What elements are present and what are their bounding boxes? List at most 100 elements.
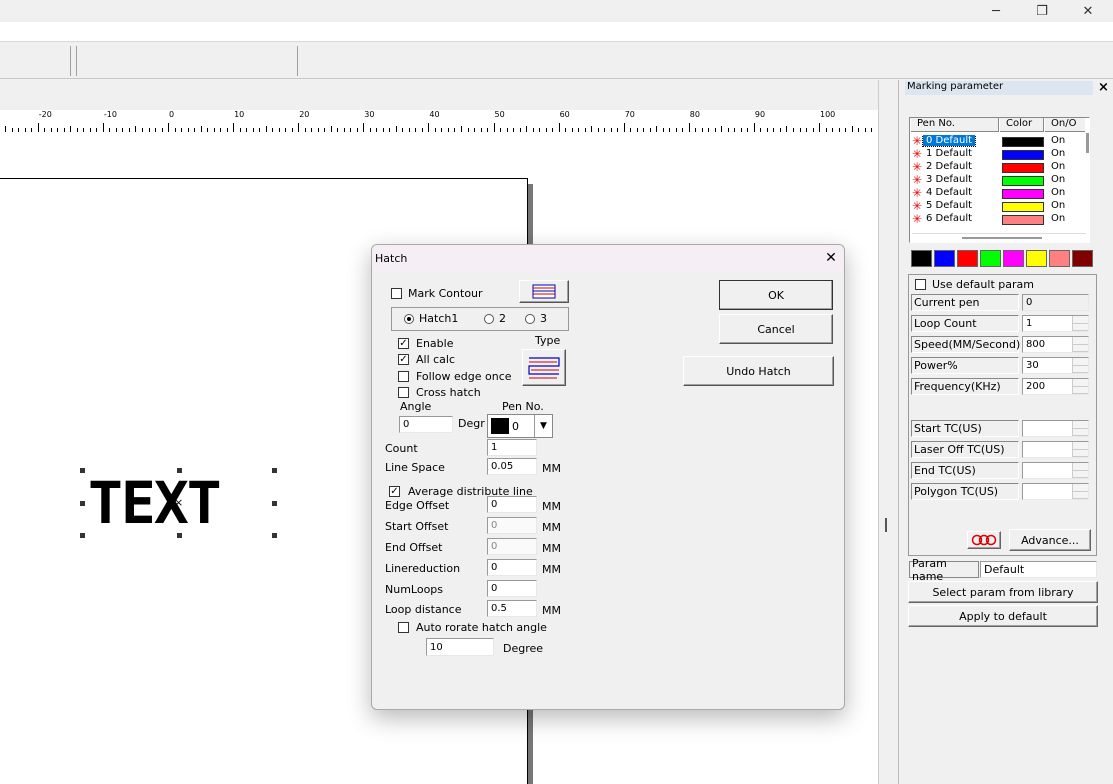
selection-handle[interactable] xyxy=(80,501,85,506)
spin-buttons[interactable] xyxy=(1072,358,1088,373)
color-swatch[interactable] xyxy=(1003,250,1024,267)
auto-rotate-row[interactable]: Auto rorate hatch angle xyxy=(398,621,547,634)
color-swatch[interactable] xyxy=(1049,250,1070,267)
color-swatch[interactable] xyxy=(1072,250,1093,267)
use-default-checkbox[interactable] xyxy=(915,279,926,290)
wobble-button[interactable] xyxy=(967,531,1001,549)
selection-handle[interactable] xyxy=(80,533,85,538)
restore-button[interactable]: ❐ xyxy=(1019,0,1065,22)
angle-field[interactable]: 0 xyxy=(399,416,453,433)
ruler-tick xyxy=(819,123,820,132)
follow-edge-row[interactable]: Follow edge once xyxy=(398,370,512,383)
pen-column-header[interactable]: Pen No. xyxy=(911,118,999,132)
power-field[interactable]: 30 xyxy=(1022,357,1089,374)
toolbar-separator xyxy=(297,46,298,76)
loop-distance-field[interactable]: 0.5 xyxy=(487,600,537,617)
pen-list-row[interactable]: ✳ 3 Default On xyxy=(910,173,1080,187)
color-swatch[interactable] xyxy=(980,250,1001,267)
spin-buttons[interactable] xyxy=(1072,484,1088,499)
enable-checkbox[interactable]: ✓ xyxy=(398,338,409,349)
end-tc-field[interactable] xyxy=(1022,462,1089,479)
polygon-tc-field[interactable] xyxy=(1022,483,1089,500)
undo-hatch-button[interactable]: Undo Hatch xyxy=(683,356,834,386)
ok-button[interactable]: OK xyxy=(719,280,833,310)
hatch2-radio[interactable] xyxy=(484,313,494,324)
pen-select[interactable]: 0 ▼ xyxy=(487,414,553,438)
apply-to-default-button[interactable]: Apply to default xyxy=(908,605,1098,627)
selection-handle[interactable] xyxy=(80,468,85,473)
cancel-button[interactable]: Cancel xyxy=(719,314,833,344)
list-hscrollbar[interactable] xyxy=(912,233,1086,241)
chevron-down-icon[interactable]: ▼ xyxy=(534,415,552,437)
numloops-field[interactable]: 0 xyxy=(487,580,537,597)
pen-list-row[interactable]: ✳ 4 Default On xyxy=(910,186,1080,200)
selection-handle[interactable] xyxy=(272,533,277,538)
follow-edge-checkbox[interactable] xyxy=(398,371,409,382)
pen-list-row[interactable]: ✳ 6 Default On xyxy=(910,212,1080,226)
list-scrollbar[interactable] xyxy=(1086,133,1089,153)
freq-field[interactable]: 200 xyxy=(1022,378,1089,395)
onoff-column-header[interactable]: On/O xyxy=(1045,118,1085,132)
laser-off-field[interactable] xyxy=(1022,441,1089,458)
cross-hatch-row[interactable]: Cross hatch xyxy=(398,386,481,399)
selection-handle[interactable] xyxy=(177,533,182,538)
panel-close-icon[interactable]: × xyxy=(1098,80,1109,95)
param-name-field[interactable]: Default xyxy=(980,561,1097,578)
hatch-type-button[interactable] xyxy=(522,349,566,386)
spin-buttons[interactable] xyxy=(1072,316,1088,331)
text-object[interactable]: TEXT × xyxy=(80,468,280,538)
color-swatch[interactable] xyxy=(957,250,978,267)
auto-rotate-field[interactable]: 10 xyxy=(426,638,494,656)
enable-row[interactable]: ✓ Enable xyxy=(398,337,453,350)
vertical-scrollbar[interactable] xyxy=(878,80,898,784)
start-offset-field[interactable]: 0 xyxy=(487,517,537,534)
hatch3-option[interactable]: 3 xyxy=(525,312,547,325)
start-tc-field[interactable] xyxy=(1022,420,1089,437)
current-pen-field[interactable]: 0 xyxy=(1022,294,1089,311)
hatch1-radio[interactable] xyxy=(404,313,414,324)
loop-count-field[interactable]: 1 xyxy=(1022,315,1089,332)
spin-buttons[interactable] xyxy=(1072,379,1088,394)
splitter-grip[interactable] xyxy=(885,518,887,532)
pen-list-row[interactable]: ✳ 2 Default On xyxy=(910,160,1080,174)
mm-unit-label: MM xyxy=(542,563,561,576)
pen-list-row[interactable]: ✳ 0 Default On xyxy=(910,135,1080,148)
spin-buttons[interactable] xyxy=(1072,337,1088,352)
color-swatch[interactable] xyxy=(1026,250,1047,267)
selection-handle[interactable] xyxy=(272,468,277,473)
select-from-library-button[interactable]: Select param from library xyxy=(908,581,1098,603)
pen-list-row[interactable]: ✳ 5 Default On xyxy=(910,199,1080,213)
cross-hatch-checkbox[interactable] xyxy=(398,387,409,398)
mark-contour-row[interactable]: Mark Contour xyxy=(391,287,483,300)
pen-list-row[interactable]: ✳ 1 Default On xyxy=(910,147,1080,161)
count-field[interactable]: 1 xyxy=(487,439,537,456)
minimize-button[interactable]: ─ xyxy=(973,0,1019,22)
color-column-header[interactable]: Color xyxy=(1000,118,1044,132)
hatch3-radio[interactable] xyxy=(525,313,535,324)
line-space-field[interactable]: 0.05 xyxy=(487,458,537,475)
edge-offset-field[interactable]: 0 xyxy=(487,496,537,513)
end-offset-field[interactable]: 0 xyxy=(487,538,537,555)
spin-buttons[interactable] xyxy=(1072,463,1088,478)
average-distribute-checkbox[interactable]: ✓ xyxy=(389,486,400,497)
hatch2-option[interactable]: 2 xyxy=(484,312,506,325)
selection-handle[interactable] xyxy=(177,468,182,473)
dialog-close-icon[interactable]: ✕ xyxy=(820,247,842,269)
linereduction-field[interactable]: 0 xyxy=(487,559,537,576)
all-calc-checkbox[interactable]: ✓ xyxy=(398,354,409,365)
mark-contour-checkbox[interactable] xyxy=(391,288,402,299)
spin-buttons[interactable] xyxy=(1072,442,1088,457)
color-swatch[interactable] xyxy=(934,250,955,267)
advance-button[interactable]: Advance... xyxy=(1009,529,1091,551)
speed-field[interactable]: 800 xyxy=(1022,336,1089,353)
use-default-row[interactable]: Use default param xyxy=(915,278,1034,291)
hatch1-option[interactable]: Hatch1 xyxy=(404,312,458,325)
spin-buttons[interactable] xyxy=(1072,421,1088,436)
contour-options-button[interactable] xyxy=(519,280,569,303)
close-window-button[interactable]: ✕ xyxy=(1065,0,1111,22)
selection-handle[interactable] xyxy=(272,501,277,506)
pen-list[interactable]: Pen No. Color On/O ✳ 0 Default On ✳ 1 Def… xyxy=(909,117,1090,243)
auto-rotate-checkbox[interactable] xyxy=(398,622,409,633)
all-calc-row[interactable]: ✓ All calc xyxy=(398,353,455,366)
color-swatch[interactable] xyxy=(911,250,932,267)
